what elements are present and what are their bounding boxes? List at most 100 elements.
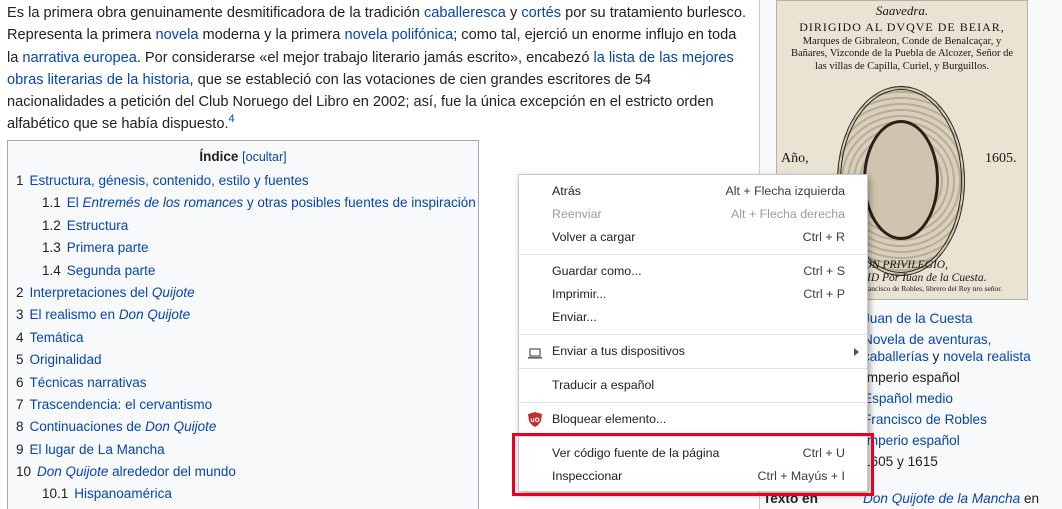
reference-link[interactable]: 4 [229, 114, 235, 126]
infobox-value: Juan de la Cuesta [863, 310, 973, 328]
toc-item[interactable]: 1.4 Segunda parte [16, 260, 470, 282]
menu-item-guardar-como[interactable]: Guardar como... Ctrl + S [519, 260, 867, 283]
link-narrativa-europea[interactable]: narrativa europea [22, 50, 136, 66]
toc-item[interactable]: 8 Continuaciones de Don Quijote [16, 416, 470, 438]
toc-item[interactable]: 6 Técnicas narrativas [16, 372, 470, 394]
toc-item[interactable]: 10 Don Quijote alrededor del mundo [16, 461, 470, 483]
toc-item[interactable]: 10.1 Hispanoamérica [16, 483, 470, 505]
infobox-value: Imperio español [863, 432, 960, 450]
cover-dedication: DIRIGIDO AL DVQVE DE BEIAR, Marques de Gi… [787, 21, 1017, 73]
menu-separator [519, 368, 867, 369]
link-novela-polifonica[interactable]: novela polifónica [344, 27, 453, 43]
toc-item[interactable]: 9 El lugar de La Mancha [16, 439, 470, 461]
menu-item-bloquear-elemento[interactable]: uO Bloquear elemento... [519, 408, 867, 431]
menu-item-label: Volver a cargar [552, 230, 636, 244]
infobox-value: Francisco de Robles [863, 411, 987, 429]
toc-item-link[interactable]: El Entremés de los romances y otras posi… [67, 195, 476, 210]
infobox-value: Español medio [863, 390, 953, 408]
toc-item-number: 3 [16, 307, 24, 323]
menu-item-enviar-a-tus-dispositivos[interactable]: Enviar a tus dispositivos [519, 340, 867, 363]
menu-item-label: Guardar como... [552, 264, 642, 278]
toc-item-label-italic: Entremés de los romances [82, 195, 244, 211]
infobox-value-text: Imperio español [863, 370, 960, 385]
cover-year: 1605. [985, 151, 1017, 166]
toc-item-link[interactable]: Temática [30, 330, 84, 345]
toc-item-link[interactable]: Don Quijote alrededor del mundo [37, 464, 236, 479]
toc-item-label: Segunda parte [66, 262, 156, 278]
toc-item-number: 10 [16, 464, 32, 480]
infobox-value-link[interactable]: Novela de aventuras, [863, 332, 991, 347]
toc-item-link[interactable]: Trascendencia: el cervantismo [30, 397, 213, 412]
toc-item-link[interactable]: Técnicas narrativas [30, 375, 147, 390]
link-don-quijote-text[interactable]: Don Quijote de la Mancha [863, 491, 1020, 506]
toc-item[interactable]: 7 Trascendencia: el cervantismo [16, 394, 470, 416]
cover-ano: Año, [781, 151, 809, 166]
intro-text: Es la primera obra genuinamente desmitif… [7, 5, 424, 21]
toc-item-link[interactable]: Originalidad [30, 352, 102, 367]
menu-item-shortcut: Ctrl + R [802, 230, 845, 244]
toc-item[interactable]: 1 Estructura, génesis, contenido, estilo … [16, 170, 470, 192]
toc-item-label: Técnicas narrativas [29, 374, 147, 390]
toc-item-label: El [66, 195, 83, 211]
toc-item-link[interactable]: Estructura [67, 218, 129, 233]
menu-separator [519, 254, 867, 255]
menu-item-enviar[interactable]: Enviar... [519, 306, 867, 329]
toc-item[interactable]: 1.1 El Entremés de los romances y otras p… [16, 192, 476, 214]
link-cortes[interactable]: cortés [521, 5, 561, 21]
infobox-value-link[interactable]: Francisco de Robles [863, 412, 987, 427]
infobox-value-link[interactable]: caballerías [863, 349, 929, 364]
menu-item-traducir-a-español[interactable]: Traducir a español [519, 374, 867, 397]
menu-separator [519, 402, 867, 403]
infobox-value-suffix: en [1020, 491, 1040, 506]
toc-item[interactable]: 3 El realismo en Don Quijote [16, 304, 470, 326]
infobox-value-link[interactable]: Juan de la Cuesta [863, 311, 973, 326]
toc-item-link[interactable]: Primera parte [67, 240, 149, 255]
toc-item-label: Originalidad [29, 352, 102, 368]
toc-item-link[interactable]: Interpretaciones del Quijote [30, 285, 195, 300]
toc-item-link[interactable]: Hispanoamérica [74, 486, 172, 501]
toc-item-link[interactable]: Continuaciones de Don Quijote [30, 419, 217, 434]
toc-item-link[interactable]: El lugar de La Mancha [30, 442, 165, 457]
toc-item[interactable]: 2 Interpretaciones del Quijote [16, 282, 470, 304]
menu-item-volver-a-cargar[interactable]: Volver a cargar Ctrl + R [519, 226, 867, 249]
toc-item-label: Continuaciones de [29, 419, 146, 435]
infobox-value: Don Quijote de la Mancha en [863, 490, 1039, 508]
toc-item-number: 8 [16, 419, 24, 435]
menu-item-imprimir[interactable]: Imprimir... Ctrl + P [519, 283, 867, 306]
cover-privilegio: CON PRIVILEGIO, [856, 259, 948, 271]
toc-item-label: Trascendencia: el cervantismo [29, 396, 213, 412]
toc-item-link[interactable]: El realismo en Don Quijote [30, 307, 191, 322]
toc-item-number: 5 [16, 352, 24, 368]
cover-dedication-text: Marques de Gibraleon, Conde de Benalcaça… [790, 35, 1014, 72]
infobox-value-link[interactable]: novela realista [943, 349, 1031, 364]
menu-item-shortcut: Alt + Flecha derecha [731, 207, 845, 221]
menu-item-label: Bloquear elemento... [552, 412, 667, 426]
menu-item-label: Traducir a español [552, 378, 655, 392]
table-of-contents: Índice [ocultar] 1 Estructura, génesis, c… [7, 140, 479, 509]
toc-item[interactable]: 5 Originalidad [16, 349, 470, 371]
toc-item-number: 1.4 [42, 262, 61, 278]
infobox-value: caballerías y novela realista [863, 348, 1031, 366]
toc-item-number: 2 [16, 284, 24, 300]
menu-item-shortcut: Ctrl + S [803, 264, 845, 278]
toc-item-label-rest: alrededor del mundo [108, 464, 236, 480]
toc-item-label: Estructura [66, 217, 129, 233]
toc-toggle-link[interactable]: [ocultar] [242, 150, 286, 164]
toc-item-label: El realismo en [29, 307, 119, 323]
infobox-value-link[interactable]: Español medio [863, 391, 953, 406]
toc-item-label-italic: Quijote [151, 284, 195, 300]
toc-item[interactable]: 1.2 Estructura [16, 215, 470, 237]
toc-item[interactable]: 4 Temática [16, 327, 470, 349]
toc-item-link[interactable]: Segunda parte [67, 263, 156, 278]
menu-item-label: Imprimir... [552, 287, 607, 301]
toc-item-label: Estructura, génesis, contenido, estilo y… [29, 173, 309, 188]
menu-item-atrás[interactable]: Atrás Alt + Flecha izquierda [519, 180, 867, 203]
menu-item-shortcut: Ctrl + P [803, 287, 845, 301]
link-caballeresca[interactable]: caballeresca [424, 5, 506, 21]
toc-item-link[interactable]: Estructura, génesis, contenido, estilo y… [30, 173, 309, 188]
toc-item[interactable]: 1.3 Primera parte [16, 237, 470, 259]
link-novela[interactable]: novela [155, 27, 198, 43]
highlight-box [512, 433, 874, 496]
infobox-value-link[interactable]: Imperio español [863, 433, 960, 448]
menu-item-label: Atrás [552, 184, 581, 198]
